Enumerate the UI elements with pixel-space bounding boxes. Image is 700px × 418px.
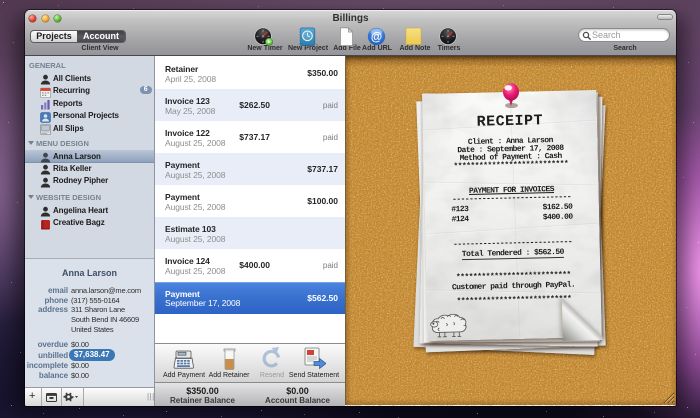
svg-text:@: @	[371, 30, 382, 43]
